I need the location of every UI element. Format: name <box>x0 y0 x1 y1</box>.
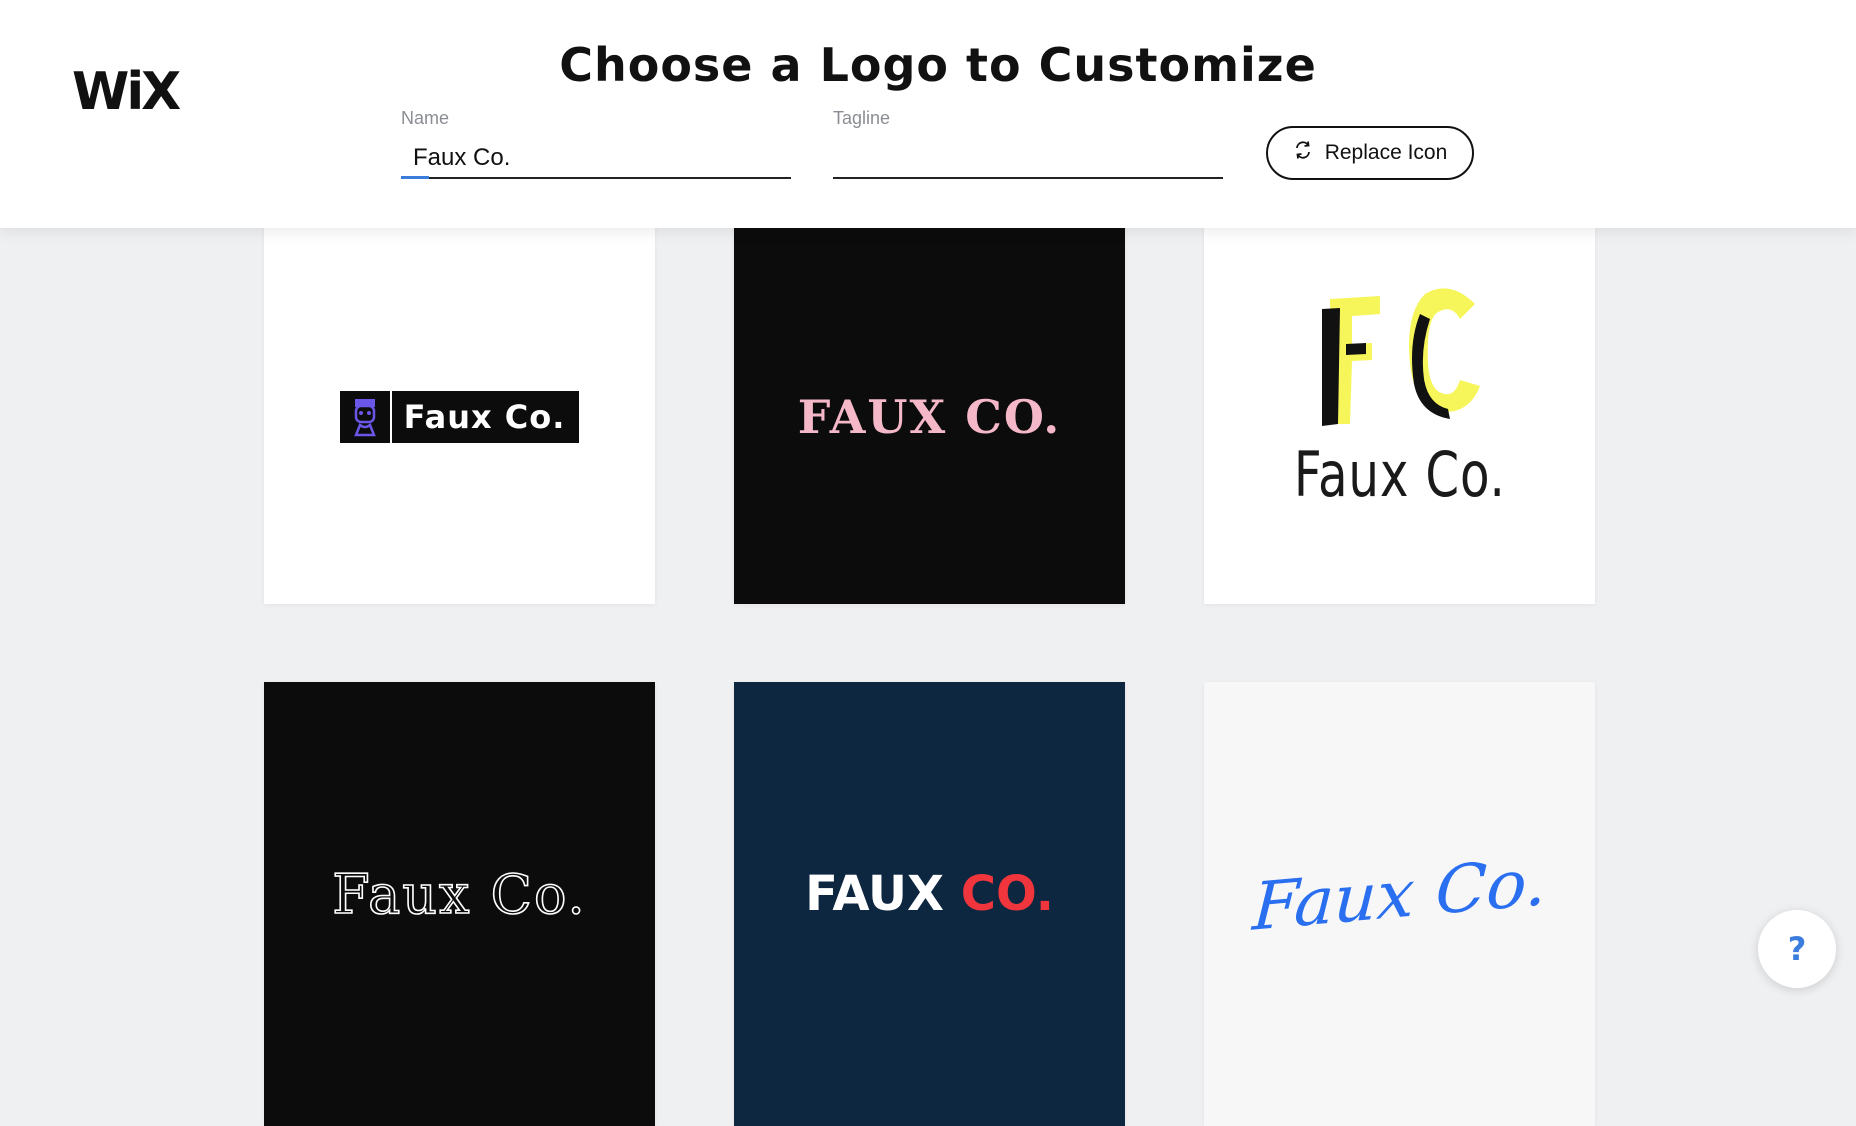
tagline-input[interactable] <box>833 139 1223 179</box>
logo-option-4[interactable]: Faux Co. <box>264 682 655 1126</box>
logo-text: Faux Co. <box>403 398 566 436</box>
page-title: Choose a Logo to Customize <box>559 38 1317 92</box>
logo-option-5[interactable]: FAUX CO. <box>734 682 1125 1126</box>
replace-icon-button[interactable]: Replace Icon <box>1266 126 1474 180</box>
logo-text: Faux Co. <box>331 862 587 927</box>
help-button[interactable]: ? <box>1758 910 1836 988</box>
tagline-field: Tagline <box>833 108 1223 179</box>
name-input[interactable] <box>401 139 791 179</box>
top-header: WiX Choose a Logo to Customize Name Tagl… <box>0 0 1856 228</box>
replace-icon-label: Replace Icon <box>1324 141 1448 164</box>
logo-text: Faux Co. <box>1250 842 1549 946</box>
logo-text-accent: CO. <box>960 866 1054 922</box>
logo-wordmark: FAUX CO. <box>805 866 1054 922</box>
logo-option-6[interactable]: Faux Co. <box>1204 682 1595 1126</box>
fc-monogram <box>1310 274 1490 434</box>
cartoon-face-icon <box>340 391 392 443</box>
name-label: Name <box>401 108 450 128</box>
swap-arrows-icon <box>1293 140 1313 166</box>
name-input-focus-bar <box>401 176 429 179</box>
logo-text: FAUX CO. <box>797 390 1062 444</box>
logo-text-primary: FAUX <box>805 866 944 922</box>
tagline-label: Tagline <box>833 108 891 128</box>
logo-text: Faux Co. <box>1293 437 1506 511</box>
logo-badge: Faux Co. <box>339 391 580 443</box>
name-field: Name <box>401 108 791 179</box>
